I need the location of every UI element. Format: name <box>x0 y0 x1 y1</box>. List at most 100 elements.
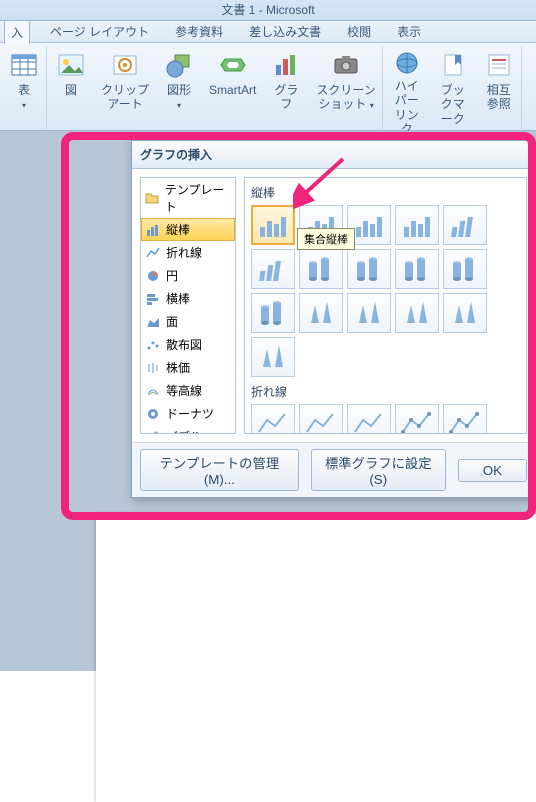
chart-icon <box>270 49 302 81</box>
chart-type-pane[interactable]: 縦棒 折れ線 円 <box>244 177 527 434</box>
category-label: 面 <box>166 313 178 330</box>
bookmark-icon <box>437 49 469 81</box>
tab-references[interactable]: 参考資料 <box>169 20 229 43</box>
tab-review[interactable]: 校閲 <box>341 20 377 43</box>
tab-insert[interactable]: 入 <box>4 20 30 44</box>
scatter-icon <box>145 337 161 353</box>
ribbon-header-partial[interactable]: ヘ <box>524 47 536 129</box>
ribbon-shapes-label: 図形 <box>167 83 191 97</box>
line-chart-thumb[interactable] <box>395 404 439 434</box>
dropdown-arrow-icon: ▾ <box>22 101 26 110</box>
line-chart-thumb[interactable] <box>347 404 391 434</box>
category-label: 横棒 <box>166 290 190 307</box>
column-chart-thumb[interactable] <box>251 293 295 333</box>
section-column-label: 縦棒 <box>251 184 520 201</box>
folder-icon <box>145 190 160 206</box>
area-icon <box>145 314 161 330</box>
ribbon-hyperlink[interactable]: ハイパーリンク <box>385 47 429 129</box>
column-chart-thumb[interactable] <box>395 249 439 289</box>
category-label: バブル <box>166 428 202 434</box>
ribbon-picture-label: 図 <box>65 83 77 97</box>
category-item-scatter[interactable]: 散布図 <box>141 333 235 356</box>
column-chart-thumb[interactable] <box>299 249 343 289</box>
ribbon-table-label: 表 <box>18 83 30 97</box>
ribbon-hyperlink-label: ハイパーリンク <box>391 79 423 137</box>
set-default-chart-button[interactable]: 標準グラフに設定(S) <box>311 449 446 491</box>
column-chart-thumb[interactable] <box>347 249 391 289</box>
ok-button[interactable]: OK <box>458 459 527 482</box>
line-chart-thumb[interactable] <box>443 404 487 434</box>
column-chart-thumb[interactable] <box>251 337 295 377</box>
dialog-title: グラフの挿入 <box>132 141 535 169</box>
column-chart-thumb[interactable] <box>395 205 439 245</box>
crossref-icon <box>483 49 515 81</box>
category-item-folder[interactable]: テンプレート <box>141 178 235 218</box>
ribbon-clipart[interactable]: クリップ アート <box>95 47 155 129</box>
ribbon: 表▾ 図 クリップ アート 図形▾ SmartArt グラフ スクリーン シ <box>0 43 536 131</box>
column-chart-thumb[interactable] <box>443 249 487 289</box>
column-chart-thumb[interactable] <box>251 205 295 245</box>
ribbon-table[interactable]: 表▾ <box>2 47 47 129</box>
chart-category-list[interactable]: テンプレート縦棒折れ線円横棒面散布図株価等高線ドーナツバブルレーダー <box>140 177 236 434</box>
column-chart-thumb[interactable] <box>299 293 343 333</box>
category-label: 縦棒 <box>166 221 190 238</box>
chart-tooltip: 集合縦棒 <box>297 228 355 250</box>
ribbon-screenshot-label: スクリーン ショット <box>316 83 375 111</box>
bar-icon <box>145 291 161 307</box>
column-chart-thumb[interactable] <box>443 205 487 245</box>
ribbon-bookmark[interactable]: ブックマーク <box>431 47 475 129</box>
column-chart-thumb[interactable] <box>443 293 487 333</box>
ribbon-shapes[interactable]: 図形▾ <box>157 47 201 129</box>
category-item-contour[interactable]: 等高線 <box>141 379 235 402</box>
ribbon-smartart-label: SmartArt <box>209 83 256 97</box>
column-chart-thumbs <box>251 205 520 377</box>
column-chart-thumb[interactable] <box>251 249 295 289</box>
document-page <box>96 514 536 802</box>
stock-icon <box>145 360 161 376</box>
category-item-bar[interactable]: 横棒 <box>141 287 235 310</box>
category-item-pie[interactable]: 円 <box>141 264 235 287</box>
tab-page-layout[interactable]: ページ レイアウト <box>44 20 155 43</box>
category-item-doughnut[interactable]: ドーナツ <box>141 402 235 425</box>
manage-templates-button[interactable]: テンプレートの管理(M)... <box>140 449 299 491</box>
dropdown-arrow-icon: ▾ <box>370 101 374 110</box>
category-item-bubble[interactable]: バブル <box>141 425 235 434</box>
hyperlink-icon <box>391 49 423 77</box>
line-chart-thumb[interactable] <box>251 404 295 434</box>
column-chart-thumb[interactable] <box>395 293 439 333</box>
header-icon <box>530 49 536 81</box>
category-item-area[interactable]: 面 <box>141 310 235 333</box>
ribbon-clipart-label: クリップ アート <box>101 83 149 112</box>
category-label: ドーナツ <box>166 405 214 422</box>
tab-mailings[interactable]: 差し込み文書 <box>243 20 327 43</box>
table-icon <box>8 49 40 81</box>
ribbon-smartart[interactable]: SmartArt <box>203 47 262 129</box>
ribbon-chart[interactable]: グラフ <box>264 47 308 129</box>
smartart-icon <box>217 49 249 81</box>
dialog-footer: テンプレートの管理(M)... 標準グラフに設定(S) OK <box>132 442 535 497</box>
line-chart-thumb[interactable] <box>299 404 343 434</box>
screenshot-icon <box>330 49 362 81</box>
clipart-icon <box>109 49 141 81</box>
line-icon <box>145 245 161 261</box>
category-item-column[interactable]: 縦棒 <box>141 218 235 241</box>
ribbon-crossref[interactable]: 相互参照 <box>477 47 522 129</box>
ribbon-screenshot[interactable]: スクリーン ショット ▾ <box>310 47 382 129</box>
category-label: 散布図 <box>166 336 202 353</box>
ribbon-bookmark-label: ブックマーク <box>437 83 469 126</box>
ribbon-crossref-label: 相互参照 <box>483 83 515 112</box>
doughnut-icon <box>145 406 161 422</box>
ribbon-picture[interactable]: 図 <box>49 47 93 129</box>
window-title: 文書 1 - Microsoft <box>0 0 536 21</box>
column-icon <box>145 222 161 238</box>
section-line-label: 折れ線 <box>251 383 520 400</box>
column-chart-thumb[interactable] <box>347 293 391 333</box>
category-item-line[interactable]: 折れ線 <box>141 241 235 264</box>
category-label: 等高線 <box>166 382 202 399</box>
tab-view[interactable]: 表示 <box>391 20 427 43</box>
ribbon-chart-label: グラフ <box>270 83 302 112</box>
category-item-stock[interactable]: 株価 <box>141 356 235 379</box>
contour-icon <box>145 383 161 399</box>
insert-chart-dialog: グラフの挿入 テンプレート縦棒折れ線円横棒面散布図株価等高線ドーナツバブルレーダ… <box>131 140 536 498</box>
category-label: 株価 <box>166 359 190 376</box>
